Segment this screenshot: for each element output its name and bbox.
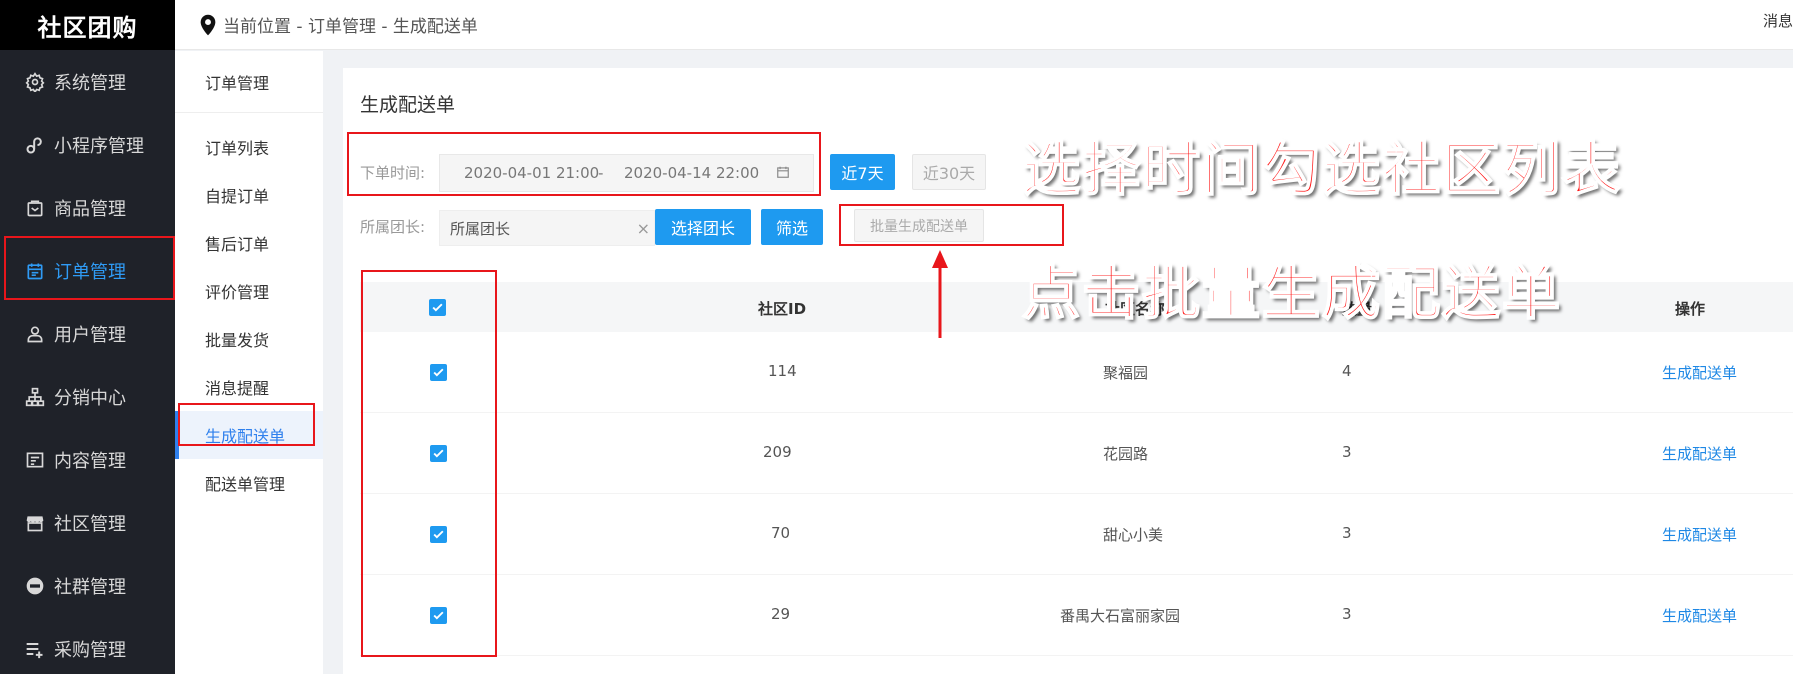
sidebar-item-users[interactable]: 用户管理 xyxy=(0,302,175,365)
highlight-date-filter xyxy=(347,132,821,196)
select-leader-button[interactable]: 选择团长 xyxy=(655,209,751,245)
list-add-icon xyxy=(24,638,46,660)
cell-count: 4 xyxy=(1342,362,1352,380)
annotation-click-batch: 点击批量生成配送单 xyxy=(1021,258,1563,328)
sidebar-item-purchasing[interactable]: 采购管理 xyxy=(0,617,175,674)
cell-community-id: 209 xyxy=(763,443,792,461)
leader-input[interactable]: 所属团长 × xyxy=(439,210,655,246)
filter-button[interactable]: 筛选 xyxy=(761,209,823,245)
cell-community-name: 花园路 xyxy=(1103,445,1149,463)
leader-value: 所属团长 xyxy=(450,219,511,238)
cell-count: 3 xyxy=(1342,524,1352,542)
sidebar-item-community[interactable]: 社区管理 xyxy=(0,491,175,554)
location-pin-icon xyxy=(200,14,216,35)
annotation-select-time: 选择时间勾选社区列表 xyxy=(1021,134,1623,204)
header-community-id: 社区ID xyxy=(758,300,807,318)
sidebar-item-miniprogram[interactable]: 小程序管理 xyxy=(0,113,175,176)
sidebar-item-label: 社群管理 xyxy=(54,576,126,598)
page-title: 生成配送单 xyxy=(360,94,456,116)
leader-label: 所属团长: xyxy=(360,218,426,236)
message-link[interactable]: 消息 xyxy=(1763,10,1793,31)
sidebar-item-content[interactable]: 内容管理 xyxy=(0,428,175,491)
minus-circle-icon xyxy=(24,575,46,597)
arrow-up-icon xyxy=(932,250,948,338)
cell-count: 3 xyxy=(1342,605,1352,623)
sidebar-item-groups[interactable]: 社群管理 xyxy=(0,554,175,617)
app-logo: 社区团购 xyxy=(0,0,175,50)
link-icon xyxy=(24,134,46,156)
last-30-days-button[interactable]: 近30天 xyxy=(912,154,986,190)
submenu-item-aftersale-orders[interactable]: 售后订单 xyxy=(175,219,323,267)
sidebar-item-label: 系统管理 xyxy=(54,72,126,94)
sidebar-item-label: 社区管理 xyxy=(54,513,126,535)
cell-community-name: 甜心小美 xyxy=(1103,526,1164,544)
highlight-checkbox-column xyxy=(361,270,497,657)
submenu-item-order-list[interactable]: 订单列表 xyxy=(175,123,323,171)
table-row: 114 聚福园 4 生成配送单 xyxy=(360,332,1793,413)
sidebar-item-products[interactable]: 商品管理 xyxy=(0,176,175,239)
submenu-title: 订单管理 xyxy=(175,51,323,113)
sidebar-item-label: 用户管理 xyxy=(54,324,126,346)
submenu-item-reviews[interactable]: 评价管理 xyxy=(175,267,323,315)
sidebar-item-label: 小程序管理 xyxy=(54,135,144,157)
header-action: 操作 xyxy=(1675,300,1706,318)
submenu-item-delivery-management[interactable]: 配送单管理 xyxy=(175,459,323,507)
sitemap-icon xyxy=(24,386,46,408)
sidebar-item-system[interactable]: 系统管理 xyxy=(0,50,175,113)
gear-icon xyxy=(24,71,46,93)
submenu-item-batch-shipping[interactable]: 批量发货 xyxy=(175,315,323,363)
sidebar-item-label: 商品管理 xyxy=(54,198,126,220)
submenu-item-pickup-orders[interactable]: 自提订单 xyxy=(175,171,323,219)
user-icon xyxy=(24,323,46,345)
cell-community-id: 70 xyxy=(771,524,791,542)
top-bar: 当前位置 - 订单管理 - 生成配送单 消息 xyxy=(175,0,1793,50)
highlight-batch-button xyxy=(839,204,1064,246)
cell-community-id: 114 xyxy=(768,362,797,380)
sidebar-item-label: 内容管理 xyxy=(54,450,126,472)
generate-delivery-link[interactable]: 生成配送单 xyxy=(1662,524,1737,545)
document-icon xyxy=(24,449,46,471)
table-row: 209 花园路 3 生成配送单 xyxy=(360,413,1793,494)
highlight-generate-delivery-menu xyxy=(178,403,315,446)
bag-icon xyxy=(24,197,46,219)
last-7-days-button[interactable]: 近7天 xyxy=(830,154,895,190)
table-row: 70 甜心小美 3 生成配送单 xyxy=(360,494,1793,575)
generate-delivery-link[interactable]: 生成配送单 xyxy=(1662,605,1737,626)
store-icon xyxy=(24,512,46,534)
generate-delivery-link[interactable]: 生成配送单 xyxy=(1662,443,1737,464)
cell-community-name: 聚福园 xyxy=(1103,364,1149,382)
submenu: 订单管理 订单列表 自提订单 售后订单 评价管理 批量发货 消息提醒 生成配送单… xyxy=(175,51,323,674)
cell-count: 3 xyxy=(1342,443,1352,461)
cell-community-id: 29 xyxy=(771,605,791,623)
sidebar-item-label: 采购管理 xyxy=(54,639,126,661)
cell-community-name: 番禺大石富丽家园 xyxy=(1060,607,1181,625)
clear-icon[interactable]: × xyxy=(637,219,650,238)
breadcrumb: 当前位置 - 订单管理 - 生成配送单 xyxy=(223,17,478,37)
generate-delivery-link[interactable]: 生成配送单 xyxy=(1662,362,1737,383)
sidebar-item-distribution[interactable]: 分销中心 xyxy=(0,365,175,428)
table-row: 29 番禺大石富丽家园 3 生成配送单 xyxy=(360,575,1793,656)
highlight-orders-menu xyxy=(4,236,175,300)
sidebar: 社区团购 系统管理 小程序管理 商品管理 订单管理 用户管理 分销中心 内容管理… xyxy=(0,0,175,674)
sidebar-item-label: 分销中心 xyxy=(54,387,126,409)
